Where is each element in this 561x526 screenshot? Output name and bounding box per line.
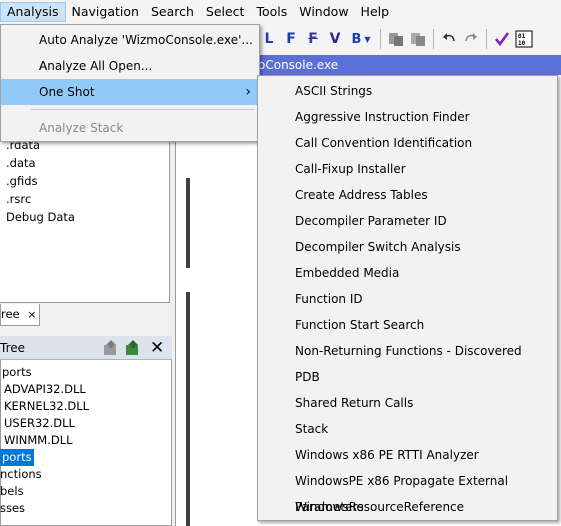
symbol-tree-header: Tree ✕ bbox=[0, 336, 172, 360]
menu-item-call-convention-identification[interactable]: Call Convention Identification bbox=[258, 130, 557, 156]
symbol-item-user32[interactable]: USER32.DLL bbox=[4, 415, 75, 432]
toolbar: L F F V B ▼ 01 10 bbox=[258, 24, 561, 54]
menu-item-decompiler-switch-analysis[interactable]: Decompiler Switch Analysis bbox=[258, 234, 557, 260]
symbol-item-kernel32[interactable]: KERNEL32.DLL bbox=[4, 398, 89, 415]
toolbar-separator bbox=[486, 29, 487, 49]
symbol-item-functions[interactable]: nctions bbox=[0, 466, 42, 483]
analysis-menu: Auto Analyze 'WizmoConsole.exe'... A Ana… bbox=[0, 24, 260, 142]
binary-icon[interactable]: 01 10 bbox=[513, 28, 535, 50]
menu-item-windows-pe-rtti-analyzer[interactable]: Windows x86 PE RTTI Analyzer bbox=[258, 442, 557, 468]
symbol-tree-title: Tree bbox=[0, 341, 26, 355]
menu-item-embedded-media[interactable]: Embedded Media bbox=[258, 260, 557, 286]
menu-item-ascii-strings[interactable]: ASCII Strings bbox=[258, 78, 557, 104]
menu-help[interactable]: Help bbox=[355, 2, 396, 22]
symbol-item-labels[interactable]: bels bbox=[0, 483, 24, 500]
checkmark-icon[interactable] bbox=[491, 28, 513, 50]
dropdown-arrow-icon: ▼ bbox=[364, 34, 371, 44]
one-shot-submenu: ASCII Strings Aggressive Instruction Fin… bbox=[257, 75, 558, 521]
svg-text:01: 01 bbox=[518, 33, 526, 40]
menu-item-one-shot[interactable]: One Shot › bbox=[1, 79, 259, 105]
export-icon[interactable] bbox=[124, 339, 142, 365]
menu-search[interactable]: Search bbox=[145, 2, 200, 22]
menu-item-analyze-stack: Analyze Stack bbox=[39, 121, 124, 135]
menu-item-auto-analyze[interactable]: Auto Analyze 'WizmoConsole.exe'... A bbox=[1, 27, 259, 73]
menu-item-analyze-all-open[interactable]: Analyze All Open... bbox=[1, 53, 259, 79]
tree-item-data[interactable]: .data bbox=[6, 154, 36, 172]
menu-item-windowspe-propagate-external-parameters[interactable]: WindowsPE x86 Propagate External Paramet… bbox=[258, 468, 557, 514]
menu-item-non-returning-functions[interactable]: Non-Returning Functions - Discovered bbox=[258, 338, 557, 364]
tree-item-debug-data[interactable]: Debug Data bbox=[6, 208, 75, 226]
menu-item-call-fixup-installer[interactable]: Call-Fixup Installer bbox=[258, 156, 557, 182]
close-icon[interactable]: ✕ bbox=[150, 336, 164, 360]
menu-tools[interactable]: Tools bbox=[250, 2, 293, 22]
menu-item-function-start-search[interactable]: Function Start Search bbox=[258, 312, 557, 338]
close-icon[interactable]: × bbox=[27, 308, 36, 321]
menu-item-create-address-tables[interactable]: Create Address Tables bbox=[258, 182, 557, 208]
program-tree-tab[interactable]: ree × bbox=[0, 304, 40, 326]
menu-item-windows-resource-reference[interactable]: WindowsResourceReference bbox=[258, 494, 557, 520]
listing-title-bar: oConsole.exe bbox=[258, 55, 561, 75]
label-icon[interactable]: L bbox=[258, 28, 280, 50]
listing-gutter-marker bbox=[186, 292, 190, 526]
menu-item-stack[interactable]: Stack bbox=[258, 416, 557, 442]
redo-icon[interactable] bbox=[460, 28, 482, 50]
bookmark-icon[interactable]: B ▼ bbox=[346, 28, 376, 50]
tree-item-rsrc[interactable]: .rsrc bbox=[6, 190, 31, 208]
variable-icon[interactable]: V bbox=[324, 28, 346, 50]
toolbar-separator bbox=[380, 29, 381, 49]
chevron-right-icon: › bbox=[245, 84, 251, 100]
function-remove-icon[interactable]: F bbox=[302, 28, 324, 50]
menu-item-aggressive-instruction-finder[interactable]: Aggressive Instruction Finder bbox=[258, 104, 557, 130]
svg-text:10: 10 bbox=[518, 40, 526, 47]
menu-analysis[interactable]: Analysis bbox=[0, 2, 66, 22]
menu-item-decompiler-parameter-id[interactable]: Decompiler Parameter ID bbox=[258, 208, 557, 234]
menu-window[interactable]: Window bbox=[293, 2, 354, 22]
listing-title: oConsole.exe bbox=[258, 58, 339, 72]
menu-navigation[interactable]: Navigation bbox=[66, 2, 145, 22]
tree-item-gfids[interactable]: .gfids bbox=[6, 172, 38, 190]
menu-item-shared-return-calls[interactable]: Shared Return Calls bbox=[258, 390, 557, 416]
menu-item-pdb[interactable]: PDB bbox=[258, 364, 557, 390]
menu-item-function-id[interactable]: Function ID bbox=[258, 286, 557, 312]
toolbar-separator bbox=[433, 29, 434, 49]
stack-alt-icon[interactable] bbox=[407, 28, 429, 50]
symbol-item-imports[interactable]: ports bbox=[2, 364, 32, 381]
symbol-item-advapi32[interactable]: ADVAPI32.DLL bbox=[4, 381, 86, 398]
menu-select[interactable]: Select bbox=[200, 2, 251, 22]
function-icon[interactable]: F bbox=[280, 28, 302, 50]
menu-separator bbox=[31, 109, 255, 110]
undo-icon[interactable] bbox=[438, 28, 460, 50]
stack-icon[interactable] bbox=[385, 28, 407, 50]
symbol-item-winmm[interactable]: WINMM.DLL bbox=[4, 432, 73, 449]
symbol-item-exports[interactable]: ports bbox=[0, 449, 34, 466]
listing-gutter-marker bbox=[186, 178, 190, 268]
menu-bar: Analysis Navigation Search Select Tools … bbox=[0, 0, 561, 24]
symbol-item-classes[interactable]: sses bbox=[0, 500, 25, 517]
import-icon[interactable] bbox=[102, 339, 120, 365]
